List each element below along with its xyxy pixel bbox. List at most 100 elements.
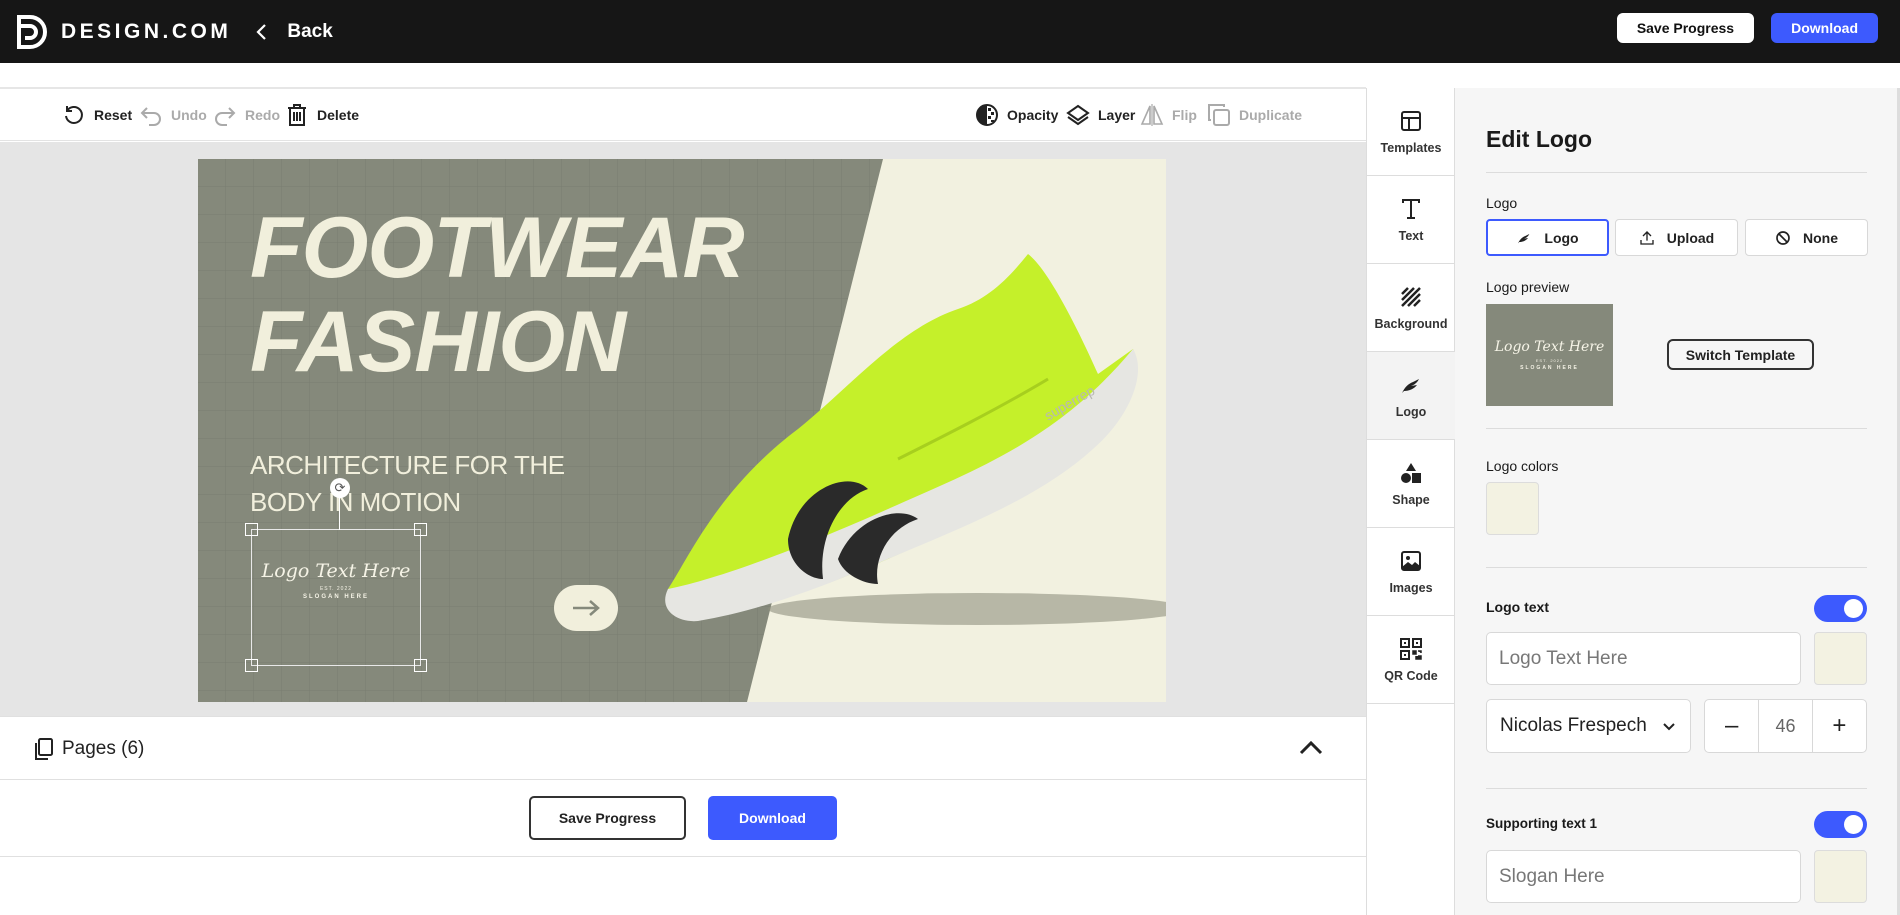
flip-button[interactable]: Flip bbox=[1140, 89, 1197, 141]
resize-handle-top-right[interactable] bbox=[414, 523, 427, 536]
logo-preview-label: Logo preview bbox=[1486, 279, 1570, 295]
ban-icon bbox=[1776, 230, 1790, 245]
logo-option-none[interactable]: None bbox=[1745, 219, 1868, 256]
font-size-stepper[interactable]: – 46 + bbox=[1704, 699, 1867, 753]
delete-button[interactable]: Delete bbox=[285, 89, 359, 141]
pages-label[interactable]: Pages (6) bbox=[32, 717, 144, 781]
qr-code-icon bbox=[1400, 637, 1422, 660]
top-bar: DESIGN.COM Back Save Progress Download bbox=[0, 0, 1900, 63]
rail-item-logo[interactable]: Logo bbox=[1367, 352, 1455, 440]
bottom-download-button[interactable]: Download bbox=[708, 796, 837, 840]
flip-label: Flip bbox=[1172, 107, 1197, 123]
duplicate-icon bbox=[1208, 104, 1230, 126]
subhead-line1: ARCHITECTURE FOR THE bbox=[250, 450, 565, 480]
download-button[interactable]: Download bbox=[1771, 13, 1878, 43]
editor-toolbar: Reset Undo Redo Delete Opacity Layer Fli… bbox=[0, 89, 1366, 141]
increase-font-size-button[interactable]: + bbox=[1813, 700, 1866, 752]
reset-button[interactable]: Reset bbox=[62, 89, 132, 141]
redo-icon bbox=[215, 107, 236, 126]
logo-preview: Logo Text Here EST. 2022 SLOGAN HERE bbox=[1486, 304, 1613, 406]
brand-mark-icon bbox=[17, 14, 47, 49]
logo-section-label: Logo bbox=[1486, 195, 1518, 211]
redo-button[interactable]: Redo bbox=[213, 89, 280, 141]
subheading-text[interactable]: ARCHITECTURE FOR THE BODY IN MOTION bbox=[250, 447, 610, 521]
chevron-down-icon bbox=[1663, 723, 1675, 731]
design-canvas[interactable]: superrep FOOTWEAR FASHION ARCHITECTURE F… bbox=[198, 159, 1166, 702]
bottom-save-progress-button[interactable]: Save Progress bbox=[529, 796, 686, 840]
chevron-left-icon bbox=[256, 23, 267, 40]
pages-icon bbox=[35, 738, 53, 760]
logo-mark: Logo Text Here EST. 2022 SLOGAN HERE bbox=[260, 560, 412, 600]
layer-label: Layer bbox=[1098, 107, 1136, 123]
arrow-right-icon bbox=[573, 600, 600, 616]
redo-label: Redo bbox=[245, 107, 280, 123]
supporting-text-label: Supporting text 1 bbox=[1486, 816, 1597, 831]
logo-option-logo[interactable]: Logo bbox=[1486, 219, 1609, 256]
headline-text[interactable]: FOOTWEAR FASHION bbox=[250, 200, 745, 390]
opacity-label: Opacity bbox=[1007, 107, 1059, 123]
pages-bar[interactable]: Pages (6) bbox=[0, 716, 1366, 780]
panel-title: Edit Logo bbox=[1486, 126, 1593, 152]
brand-logo[interactable]: DESIGN.COM bbox=[15, 13, 231, 51]
back-button[interactable]: Back bbox=[253, 20, 333, 43]
trash-icon bbox=[288, 104, 306, 126]
headline-line1: FOOTWEAR bbox=[250, 200, 745, 296]
duplicate-button[interactable]: Duplicate bbox=[1207, 89, 1302, 141]
logo-icon bbox=[1402, 378, 1419, 393]
logo-text-label: Logo text bbox=[1486, 599, 1549, 615]
edit-logo-panel: Edit Logo Logo Logo Upload None Logo pre… bbox=[1455, 88, 1900, 915]
logo-icon bbox=[1518, 233, 1530, 243]
reset-icon bbox=[65, 106, 83, 124]
logo-slogan: SLOGAN HERE bbox=[302, 594, 369, 600]
rail-item-templates[interactable]: Templates bbox=[1367, 88, 1455, 176]
undo-icon bbox=[140, 107, 161, 126]
supporting-text-toggle[interactable] bbox=[1814, 811, 1867, 838]
arrow-button[interactable] bbox=[554, 585, 618, 631]
opacity-button[interactable]: Opacity bbox=[975, 89, 1058, 141]
rail-item-shape[interactable]: Shape bbox=[1367, 440, 1455, 528]
upload-icon bbox=[1640, 230, 1654, 245]
logo-color-swatch[interactable] bbox=[1486, 482, 1539, 535]
bottom-actions: Save Progress Download bbox=[0, 780, 1366, 857]
resize-handle-top-left[interactable] bbox=[245, 523, 258, 536]
font-select[interactable]: Nicolas Frespech bbox=[1486, 699, 1691, 753]
font-size-value[interactable]: 46 bbox=[1758, 700, 1813, 752]
logo-option-upload[interactable]: Upload bbox=[1615, 219, 1738, 256]
reset-label: Reset bbox=[94, 107, 133, 123]
undo-label: Undo bbox=[171, 107, 207, 123]
rail-item-images[interactable]: Images bbox=[1367, 528, 1455, 616]
logo-text-toggle[interactable] bbox=[1814, 595, 1867, 622]
tool-rail: Templates Text Background Logo Shape Ima… bbox=[1366, 88, 1455, 915]
selected-logo[interactable]: ⟳ Logo Text Here EST. 2022 SLOGAN HERE bbox=[245, 478, 427, 672]
chevron-up-icon[interactable] bbox=[1296, 733, 1326, 763]
rail-item-text[interactable]: Text bbox=[1367, 176, 1455, 264]
templates-icon bbox=[1401, 110, 1421, 131]
layers-icon bbox=[1066, 104, 1090, 126]
back-label: Back bbox=[287, 20, 333, 42]
rail-item-background[interactable]: Background bbox=[1367, 264, 1455, 352]
font-name: Nicolas Frespech bbox=[1500, 715, 1647, 736]
delete-label: Delete bbox=[317, 107, 360, 123]
flip-icon bbox=[1140, 104, 1164, 126]
shape-icon bbox=[1401, 462, 1421, 483]
undo-button[interactable]: Undo bbox=[139, 89, 207, 141]
images-icon bbox=[1401, 550, 1421, 571]
canvas-area: superrep FOOTWEAR FASHION ARCHITECTURE F… bbox=[0, 142, 1366, 716]
resize-handle-bottom-right[interactable] bbox=[414, 659, 427, 672]
rail-item-qr-code[interactable]: QR Code bbox=[1367, 616, 1455, 704]
decrease-font-size-button[interactable]: – bbox=[1705, 700, 1758, 752]
supporting-text-color-swatch[interactable] bbox=[1814, 850, 1867, 903]
save-progress-button[interactable]: Save Progress bbox=[1616, 13, 1755, 43]
rotate-handle[interactable]: ⟳ bbox=[330, 478, 350, 498]
logo-text-color-swatch[interactable] bbox=[1814, 632, 1867, 685]
logo-colors-label: Logo colors bbox=[1486, 458, 1559, 474]
switch-template-button[interactable]: Switch Template bbox=[1667, 339, 1814, 370]
logo-est: EST. 2022 bbox=[319, 586, 353, 592]
logo-text-input[interactable] bbox=[1486, 632, 1801, 685]
layer-button[interactable]: Layer bbox=[1066, 89, 1135, 141]
headline-line2: FASHION bbox=[250, 294, 626, 390]
opacity-icon bbox=[976, 104, 998, 126]
supporting-text-input[interactable] bbox=[1486, 850, 1801, 903]
resize-handle-bottom-left[interactable] bbox=[245, 659, 258, 672]
editor-area: Reset Undo Redo Delete Opacity Layer Fli… bbox=[0, 63, 1366, 915]
